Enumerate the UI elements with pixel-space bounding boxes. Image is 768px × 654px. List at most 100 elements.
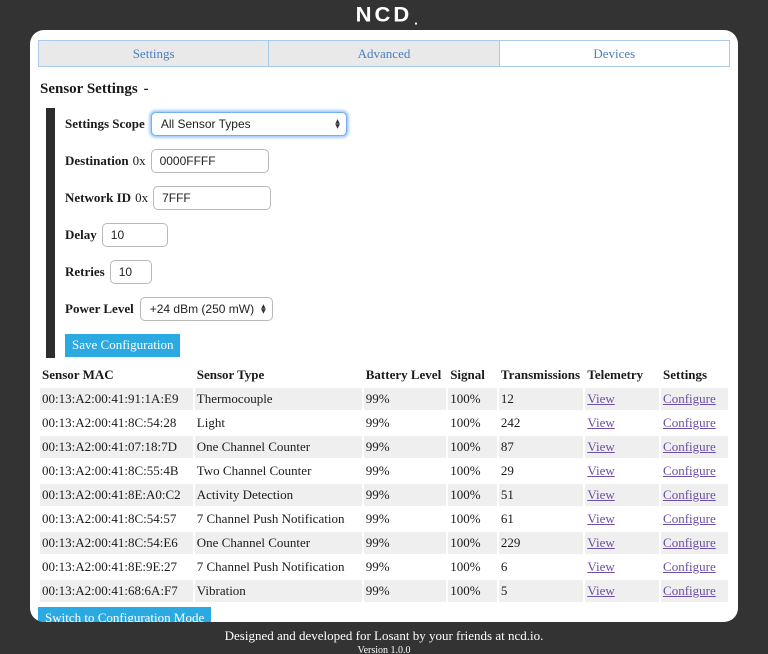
table-row: 00:13:A2:00:41:8E:9E:27 7 Channel Push N… [40, 556, 728, 578]
cell-mac: 00:13:A2:00:41:8E:9E:27 [40, 556, 193, 578]
power-level-select[interactable]: +24 dBm (250 mW) [140, 297, 273, 321]
tab-advanced[interactable]: Advanced [268, 41, 498, 66]
settings-scope-label: Settings Scope [65, 116, 145, 132]
cell-type: Two Channel Counter [195, 460, 362, 482]
configure-settings-link[interactable]: Configure [663, 511, 716, 526]
cell-mac: 00:13:A2:00:41:8C:55:4B [40, 460, 193, 482]
cell-signal: 100% [448, 580, 497, 602]
destination-input[interactable] [151, 149, 269, 173]
configure-settings-link[interactable]: Configure [663, 487, 716, 502]
cell-mac: 00:13:A2:00:41:91:1A:E9 [40, 388, 193, 410]
delay-input[interactable] [102, 223, 168, 247]
cell-transmissions: 61 [499, 508, 583, 530]
settings-scope-value: All Sensor Types [161, 117, 251, 131]
table-row: 00:13:A2:00:41:8C:55:4B Two Channel Coun… [40, 460, 728, 482]
view-telemetry-link[interactable]: View [587, 583, 614, 598]
destination-row: Destination 0x [65, 149, 730, 173]
tab-bar: Settings Advanced Devices [38, 40, 730, 67]
settings-scope-select[interactable]: All Sensor Types [151, 112, 347, 136]
footer-version: Version 1.0.0 [0, 645, 768, 654]
configure-settings-link[interactable]: Configure [663, 391, 716, 406]
cell-battery: 99% [364, 580, 446, 602]
cell-battery: 99% [364, 460, 446, 482]
cell-battery: 99% [364, 532, 446, 554]
view-telemetry-link[interactable]: View [587, 463, 614, 478]
cell-battery: 99% [364, 436, 446, 458]
tab-settings[interactable]: Settings [38, 41, 268, 66]
cell-mac: 00:13:A2:00:41:07:18:7D [40, 436, 193, 458]
top-bar: NCD [0, 0, 768, 30]
cell-type: Light [195, 412, 362, 434]
network-id-hex-prefix: 0x [135, 190, 148, 206]
col-header-battery-level: Battery Level [364, 364, 446, 386]
configure-settings-link[interactable]: Configure [663, 559, 716, 574]
cell-mac: 00:13:A2:00:41:68:6A:F7 [40, 580, 193, 602]
switch-configuration-mode-button[interactable]: Switch to Configuration Mode [38, 607, 211, 622]
cell-signal: 100% [448, 508, 497, 530]
configure-settings-link[interactable]: Configure [663, 535, 716, 550]
table-header-row: Sensor MAC Sensor Type Battery Level Sig… [40, 364, 728, 386]
cell-battery: 99% [364, 556, 446, 578]
table-row: 00:13:A2:00:41:07:18:7D One Channel Coun… [40, 436, 728, 458]
retries-input[interactable] [110, 260, 152, 284]
settings-scope-row: Settings Scope All Sensor Types [65, 112, 730, 136]
tab-devices[interactable]: Devices [499, 41, 729, 66]
retries-row: Retries [65, 260, 730, 284]
configure-settings-link[interactable]: Configure [663, 439, 716, 454]
cell-mac: 00:13:A2:00:41:8C:54:E6 [40, 532, 193, 554]
table-row: 00:13:A2:00:41:8C:54:57 7 Channel Push N… [40, 508, 728, 530]
table-row: 00:13:A2:00:41:8C:54:E6 One Channel Coun… [40, 532, 728, 554]
cell-signal: 100% [448, 556, 497, 578]
view-telemetry-link[interactable]: View [587, 415, 614, 430]
cell-signal: 100% [448, 532, 497, 554]
cell-battery: 99% [364, 388, 446, 410]
view-telemetry-link[interactable]: View [587, 487, 614, 502]
cell-transmissions: 229 [499, 532, 583, 554]
sensor-settings-form: Settings Scope All Sensor Types Destinat… [46, 108, 730, 358]
configure-settings-link[interactable]: Configure [663, 415, 716, 430]
delay-row: Delay [65, 223, 730, 247]
table-row: 00:13:A2:00:41:8C:54:28 Light 99% 100% 2… [40, 412, 728, 434]
cell-type: 7 Channel Push Notification [195, 556, 362, 578]
power-level-row: Power Level +24 dBm (250 mW) [65, 297, 730, 321]
cell-signal: 100% [448, 412, 497, 434]
table-row: 00:13:A2:00:41:8E:A0:C2 Activity Detecti… [40, 484, 728, 506]
footer: Designed and developed for Losant by you… [0, 628, 768, 654]
delay-label: Delay [65, 227, 97, 243]
cell-transmissions: 6 [499, 556, 583, 578]
cell-signal: 100% [448, 436, 497, 458]
cell-battery: 99% [364, 508, 446, 530]
ncd-logo: NCD [356, 3, 413, 28]
cell-type: Vibration [195, 580, 362, 602]
cell-signal: 100% [448, 388, 497, 410]
network-id-label: Network ID [65, 190, 131, 206]
col-header-telemetry: Telemetry [585, 364, 659, 386]
view-telemetry-link[interactable]: View [587, 439, 614, 454]
footer-credit: Designed and developed for Losant by you… [0, 628, 768, 644]
col-header-transmissions: Transmissions [499, 364, 583, 386]
cell-type: One Channel Counter [195, 532, 362, 554]
view-telemetry-link[interactable]: View [587, 535, 614, 550]
destination-label: Destination [65, 153, 129, 169]
cell-transmissions: 12 [499, 388, 583, 410]
select-arrows-icon [335, 119, 340, 129]
cell-transmissions: 87 [499, 436, 583, 458]
view-telemetry-link[interactable]: View [587, 559, 614, 574]
destination-hex-prefix: 0x [133, 153, 146, 169]
section-collapse-toggle[interactable]: - [144, 81, 149, 97]
view-telemetry-link[interactable]: View [587, 511, 614, 526]
configure-settings-link[interactable]: Configure [663, 463, 716, 478]
configure-settings-link[interactable]: Configure [663, 583, 716, 598]
cell-signal: 100% [448, 484, 497, 506]
cell-transmissions: 5 [499, 580, 583, 602]
save-configuration-button[interactable]: Save Configuration [65, 334, 180, 357]
sensors-table: Sensor MAC Sensor Type Battery Level Sig… [38, 362, 730, 604]
network-id-input[interactable] [153, 186, 271, 210]
power-level-value: +24 dBm (250 mW) [150, 302, 254, 316]
col-header-sensor-type: Sensor Type [195, 364, 362, 386]
section-title: Sensor Settings [40, 81, 138, 97]
view-telemetry-link[interactable]: View [587, 391, 614, 406]
cell-battery: 99% [364, 412, 446, 434]
cell-transmissions: 51 [499, 484, 583, 506]
select-arrows-icon [261, 304, 266, 314]
